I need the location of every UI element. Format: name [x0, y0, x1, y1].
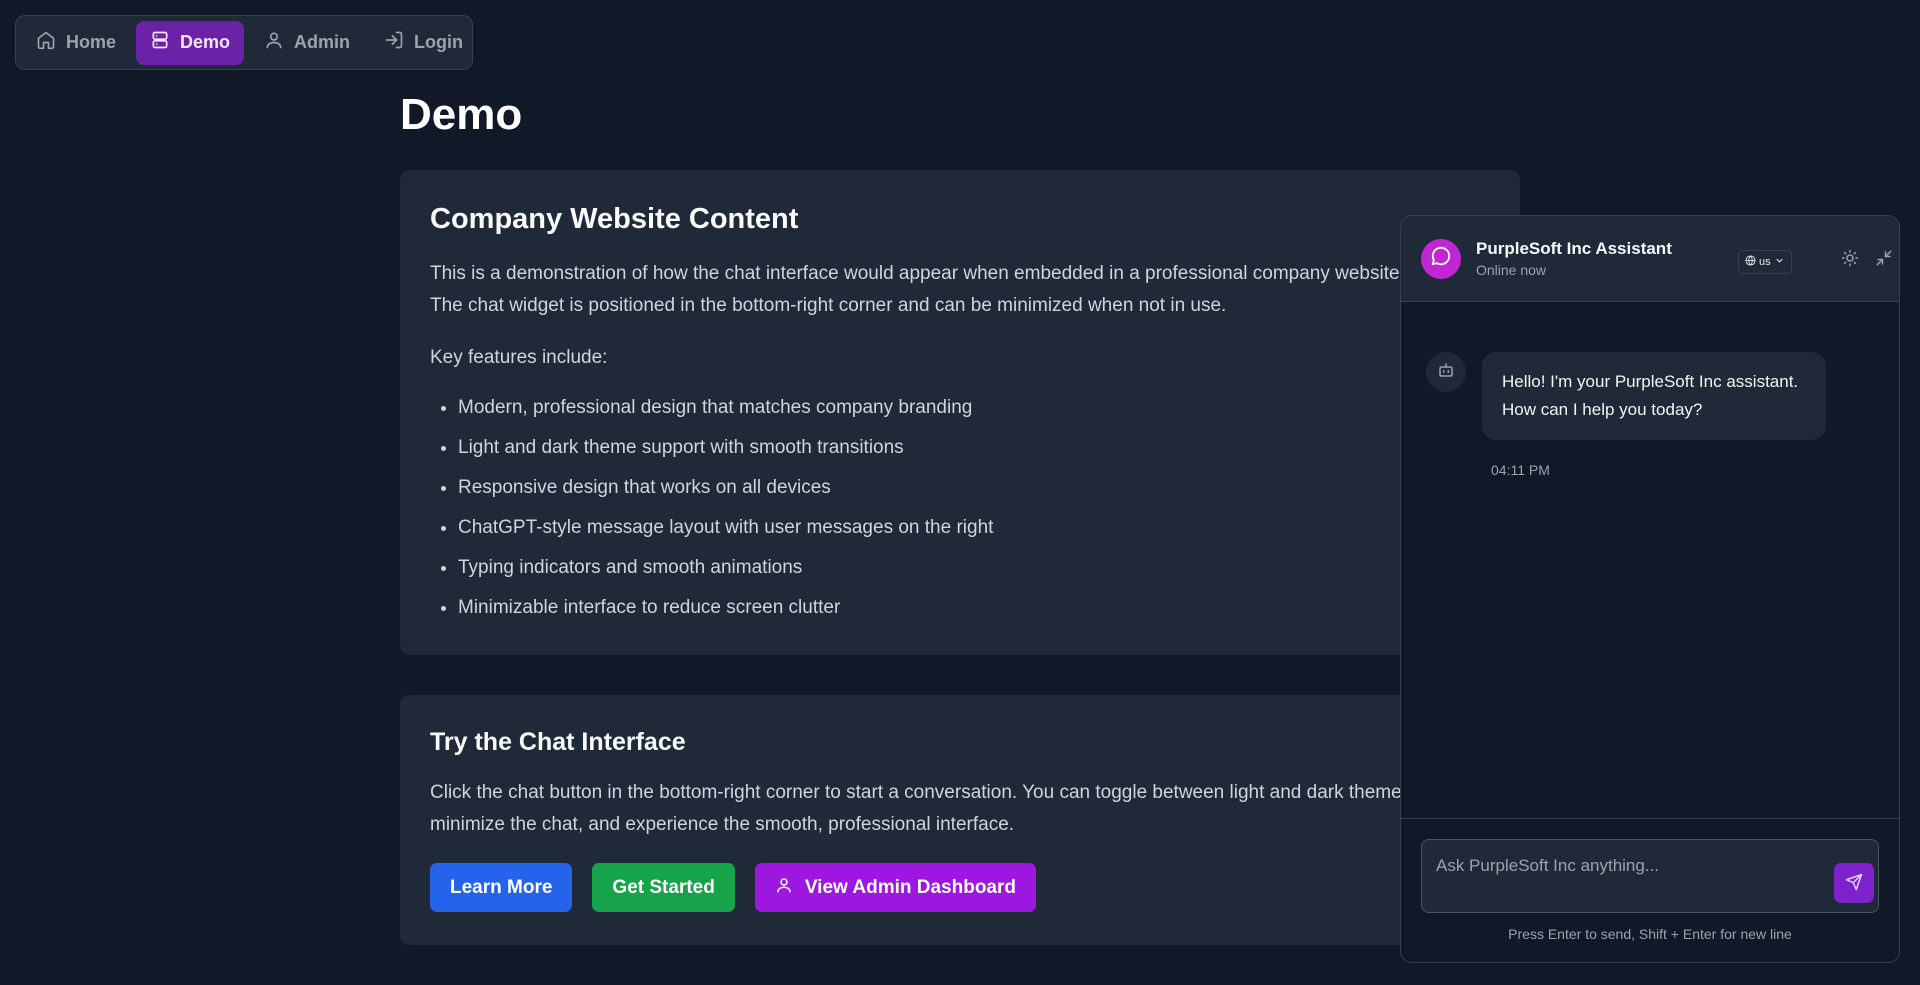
nav-item-admin[interactable]: Admin	[250, 21, 364, 65]
view-admin-dashboard-button[interactable]: View Admin Dashboard	[754, 863, 1036, 912]
content-card: Company Website Content This is a demons…	[400, 170, 1520, 655]
login-icon	[384, 30, 404, 55]
feature-item: Responsive design that works on all devi…	[458, 468, 1490, 508]
feature-item: Typing indicators and smooth animations	[458, 548, 1490, 588]
globe-icon	[1745, 255, 1756, 269]
nav-item-login[interactable]: Login	[370, 21, 477, 65]
user-icon	[264, 30, 284, 55]
top-nav: Home Demo Admin Login	[15, 15, 473, 70]
nav-item-label: Home	[66, 32, 117, 52]
features-label: Key features include:	[430, 347, 608, 368]
nav-item-home[interactable]: Home	[22, 21, 130, 65]
chat-online-status: Online now	[1476, 262, 1547, 278]
intro-text-line2: The chat widget is positioned in the bot…	[430, 295, 1227, 316]
demo-icon	[150, 30, 170, 55]
send-hint: Press Enter to send, Shift + Enter for n…	[1508, 926, 1792, 942]
admin-dashboard-label: View Admin Dashboard	[804, 876, 1016, 898]
chevron-down-icon	[1774, 255, 1785, 269]
chat-avatar	[1421, 238, 1461, 279]
send-icon	[1845, 873, 1863, 894]
home-icon	[36, 30, 56, 55]
nav-item-demo[interactable]: Demo	[136, 20, 245, 65]
try-chat-card: Try the Chat Interface Click the chat bu…	[400, 695, 1520, 945]
page-title: Demo	[400, 90, 523, 139]
chat-assistant-name: PurpleSoft Inc Assistant	[1476, 239, 1672, 258]
message-circle-icon	[1430, 245, 1452, 272]
feature-item: ChatGPT-style message layout with user m…	[458, 508, 1490, 548]
cta-button-row: Learn More Get Started View Admin Dashbo…	[430, 863, 1490, 912]
bot-icon	[1437, 361, 1455, 384]
get-started-button[interactable]: Get Started	[592, 863, 735, 912]
learn-more-button[interactable]: Learn More	[430, 863, 573, 912]
bot-avatar	[1426, 352, 1466, 392]
language-select[interactable]: us	[1738, 250, 1792, 274]
minimize-chat-button[interactable]	[1872, 248, 1896, 272]
bot-message-bubble: Hello! I'm your PurpleSoft Inc assistant…	[1482, 352, 1826, 440]
try-card-desc-line2: minimize the chat, and experience the sm…	[430, 814, 1015, 835]
nav-item-label: Demo	[180, 32, 231, 52]
minimize-icon	[1875, 249, 1893, 272]
try-card-heading: Try the Chat Interface	[430, 728, 686, 756]
chat-header: PurpleSoft Inc Assistant Online now us	[1401, 216, 1899, 302]
user-icon	[775, 876, 793, 900]
feature-item: Light and dark theme support with smooth…	[458, 428, 1490, 468]
chat-widget: PurpleSoft Inc Assistant Online now us H…	[1400, 215, 1900, 963]
chat-message-input[interactable]	[1421, 839, 1879, 913]
message-timestamp: 04:11 PM	[1491, 462, 1550, 478]
chat-footer: Press Enter to send, Shift + Enter for n…	[1401, 818, 1899, 962]
feature-item: Modern, professional design that matches…	[458, 388, 1490, 428]
intro-text-line1: This is a demonstration of how the chat …	[430, 263, 1405, 284]
send-button[interactable]	[1834, 863, 1874, 903]
chat-messages: Hello! I'm your PurpleSoft Inc assistant…	[1401, 302, 1899, 818]
content-card-heading: Company Website Content	[430, 203, 799, 235]
theme-toggle-button[interactable]	[1838, 248, 1862, 272]
features-list: Modern, professional design that matches…	[430, 388, 1490, 628]
nav-item-label: Admin	[294, 32, 351, 52]
chat-title-block: PurpleSoft Inc Assistant Online now	[1476, 239, 1672, 278]
try-card-desc-line1: Click the chat button in the bottom-righ…	[430, 782, 1417, 803]
language-value: us	[1759, 256, 1771, 268]
feature-item: Minimizable interface to reduce screen c…	[458, 588, 1490, 628]
nav-item-label: Login	[414, 32, 464, 52]
sun-icon	[1841, 249, 1859, 272]
